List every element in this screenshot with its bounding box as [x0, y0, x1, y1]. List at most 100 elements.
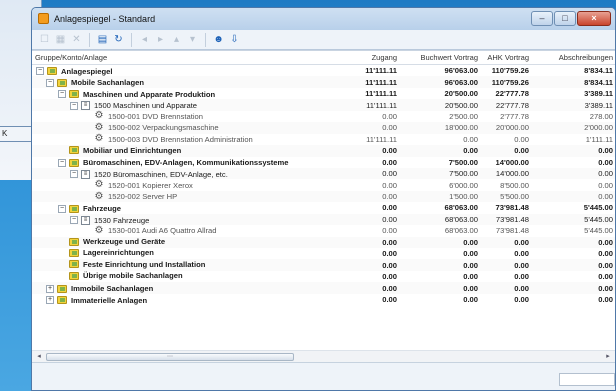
- abschreibungen-cell: 0.00: [598, 249, 613, 259]
- abschreibungen-cell: 8'834.11: [584, 77, 613, 87]
- abschreibungen-cell: 3'389.11: [584, 89, 613, 99]
- row-label: 1520-002 Server HP: [108, 192, 178, 202]
- row-label: Immobile Sachanlagen: [71, 284, 154, 294]
- zugang-cell: 0.00: [382, 272, 397, 282]
- collapse-icon[interactable]: −: [70, 101, 78, 110]
- expand-icon[interactable]: +: [46, 284, 54, 293]
- row-label: Maschinen und Apparate Produktion: [83, 89, 216, 99]
- tree-icon[interactable]: ▤: [96, 33, 109, 46]
- table-row[interactable]: − ≡ 1500 Maschinen und Apparate 11'111.11 20…: [32, 99, 615, 111]
- zugang-cell: 0.00: [382, 294, 397, 304]
- collapse-icon[interactable]: −: [46, 78, 54, 87]
- row-label: 1500 Maschinen und Apparate: [94, 101, 198, 111]
- table-row[interactable]: ⚙ 1500-001 DVD Brennstation 0.00 2'500.00 2'…: [32, 111, 615, 122]
- scrollbar-thumb[interactable]: ⋯: [46, 353, 294, 361]
- collapse-icon[interactable]: −: [70, 216, 78, 225]
- asset-icon: ⚙: [94, 121, 104, 133]
- row-name-cell: ⚙ 1500-001 DVD Brennstation: [32, 111, 332, 121]
- row-label: Mobiliar und Einrichtungen: [83, 145, 182, 155]
- table-row[interactable]: ⚙ 1530-001 Audi A6 Quattro Allrad 0.00 68'0…: [32, 225, 615, 236]
- table-row[interactable]: Werkzeuge und Geräte 0.00 0.00 0.00 0.00: [32, 236, 615, 248]
- collapse-icon[interactable]: −: [70, 170, 78, 179]
- collapse-icon[interactable]: −: [58, 158, 66, 167]
- table-row[interactable]: − Büromaschinen, EDV-Anlagen, Kommunikati…: [32, 157, 615, 168]
- abschreibungen-cell: 5'445.00: [583, 203, 613, 213]
- caption-buttons: – □ ×: [531, 11, 611, 26]
- toolbar-separator: [131, 32, 132, 47]
- table-row[interactable]: ⚙ 1500-003 DVD Brennstation Administratio…: [32, 134, 615, 145]
- grid-icon[interactable]: ▦: [54, 33, 67, 46]
- collapse-icon[interactable]: −: [36, 67, 44, 76]
- folder-icon: [69, 158, 79, 167]
- table-row[interactable]: Übrige mobile Sachanlagen 0.00 0.00 0.00 0.0…: [32, 271, 615, 282]
- table-row[interactable]: ⚙ 1520-002 Server HP 0.00 1'500.00 5'500.00 0…: [32, 190, 615, 203]
- table-row[interactable]: − Fahrzeuge 0.00 68'063.00 73'981.48 5'445.00: [32, 202, 615, 213]
- header-abschreibungen[interactable]: Abschreibungen: [533, 53, 615, 62]
- row-label: 1530-001 Audi A6 Quattro Allrad: [108, 226, 217, 236]
- row-name-cell: Übrige mobile Sachanlagen: [32, 271, 332, 282]
- row-label: 1520 Büromaschinen, EDV-Anlage, etc.: [94, 169, 228, 179]
- horizontal-scrollbar[interactable]: ◂ ⋯ ▸: [32, 350, 615, 362]
- maximize-button[interactable]: □: [554, 11, 576, 26]
- row-name-cell: ⚙ 1520-002 Server HP: [32, 191, 332, 202]
- arrow-down-icon[interactable]: ▾: [186, 33, 199, 46]
- minimize-button[interactable]: –: [531, 11, 553, 26]
- zugang-cell: 0.00: [382, 203, 397, 213]
- header-ahk[interactable]: AHK Vortrag: [482, 53, 533, 62]
- expand-icon[interactable]: +: [46, 296, 54, 305]
- table-row[interactable]: − ≡ 1520 Büromaschinen, EDV-Anlage, etc. 0.…: [32, 167, 615, 180]
- row-label: Lagereinrichtungen: [83, 248, 154, 258]
- table-row[interactable]: ⚙ 1500-002 Verpackungsmaschine 0.00 18'000.…: [32, 121, 615, 134]
- row-label: Mobile Sachanlagen: [71, 78, 145, 88]
- arrow-left-icon[interactable]: ◂: [138, 33, 151, 46]
- table-row[interactable]: − Anlagespiegel 11'111.11 96'063.00 110'759.…: [32, 65, 615, 76]
- ahk-cell: 22'777.78: [495, 89, 529, 99]
- folder-icon: [69, 90, 79, 99]
- scroll-left-icon[interactable]: ◂: [34, 352, 44, 362]
- table-row[interactable]: Lagereinrichtungen 0.00 0.00 0.00 0.00: [32, 248, 615, 259]
- buchwert-cell: 0.00: [463, 283, 478, 293]
- table-row[interactable]: Feste Einrichtung und Installation 0.00 0.…: [32, 259, 615, 271]
- header-name[interactable]: Gruppe/Konto/Anlage: [32, 53, 332, 62]
- users-icon[interactable]: ☻: [212, 33, 225, 46]
- scroll-right-icon[interactable]: ▸: [603, 352, 613, 362]
- ahk-cell: 0.00: [514, 237, 529, 247]
- ahk-cell: 110'759.26: [491, 77, 529, 87]
- buchwert-cell: 0.00: [463, 249, 478, 259]
- title-bar[interactable]: Anlagespiegel - Standard – □ ×: [32, 8, 615, 30]
- app-icon: [38, 13, 49, 24]
- folder-icon: [69, 271, 79, 280]
- header-zugang[interactable]: Zugang: [332, 53, 401, 62]
- delete-icon[interactable]: ✕: [70, 33, 83, 46]
- table-row[interactable]: + Immaterielle Anlagen 0.00 0.00 0.00 0.00: [32, 294, 615, 305]
- collapse-icon[interactable]: −: [58, 204, 66, 213]
- abschreibungen-cell: 3'389.11: [584, 100, 613, 110]
- header-buchwert[interactable]: Buchwert Vortrag: [401, 53, 482, 62]
- table-row[interactable]: ⚙ 1520-001 Kopierer Xerox 0.00 6'000.00 8'50…: [32, 179, 615, 190]
- row-label: Übrige mobile Sachanlagen: [83, 271, 183, 281]
- table-row[interactable]: − Maschinen und Apparate Produktion 11'111…: [32, 88, 615, 99]
- table-row[interactable]: − Mobile Sachanlagen 11'111.11 96'063.00 110…: [32, 76, 615, 88]
- abschreibungen-cell: 5'445.00: [584, 214, 613, 224]
- ahk-cell: 73'981.48: [495, 226, 529, 236]
- zugang-cell: 0.00: [382, 237, 397, 247]
- abschreibungen-cell: 1'111.11: [585, 134, 613, 144]
- new-icon[interactable]: ☐: [38, 33, 51, 46]
- collapse-icon[interactable]: −: [58, 90, 66, 99]
- row-name-cell: ⚙ 1500-002 Verpackungsmaschine: [32, 121, 332, 133]
- buchwert-cell: 68'063.00: [444, 226, 478, 236]
- export-icon[interactable]: ⇩: [228, 33, 241, 46]
- table-row[interactable]: Mobiliar und Einrichtungen 0.00 0.00 0.00 0.…: [32, 145, 615, 157]
- close-button[interactable]: ×: [577, 11, 611, 26]
- refresh-icon[interactable]: ↻: [112, 33, 125, 46]
- buchwert-cell: 68'063.00: [444, 203, 478, 213]
- abschreibungen-cell: 278.00: [589, 111, 613, 121]
- arrow-up-icon[interactable]: ▴: [170, 33, 183, 46]
- buchwert-cell: 7'500.00: [449, 169, 478, 179]
- table-row[interactable]: − ≡ 1530 Fahrzeuge 0.00 68'063.00 73'981.48 5'…: [32, 213, 615, 226]
- arrow-right-icon[interactable]: ▸: [154, 33, 167, 46]
- ahk-cell: 0.00: [514, 283, 529, 293]
- table-row[interactable]: + Immobile Sachanlagen 0.00 0.00 0.00 0.00: [32, 282, 615, 294]
- buchwert-cell: 0.00: [463, 272, 478, 282]
- row-label: Feste Einrichtung und Installation: [83, 259, 206, 269]
